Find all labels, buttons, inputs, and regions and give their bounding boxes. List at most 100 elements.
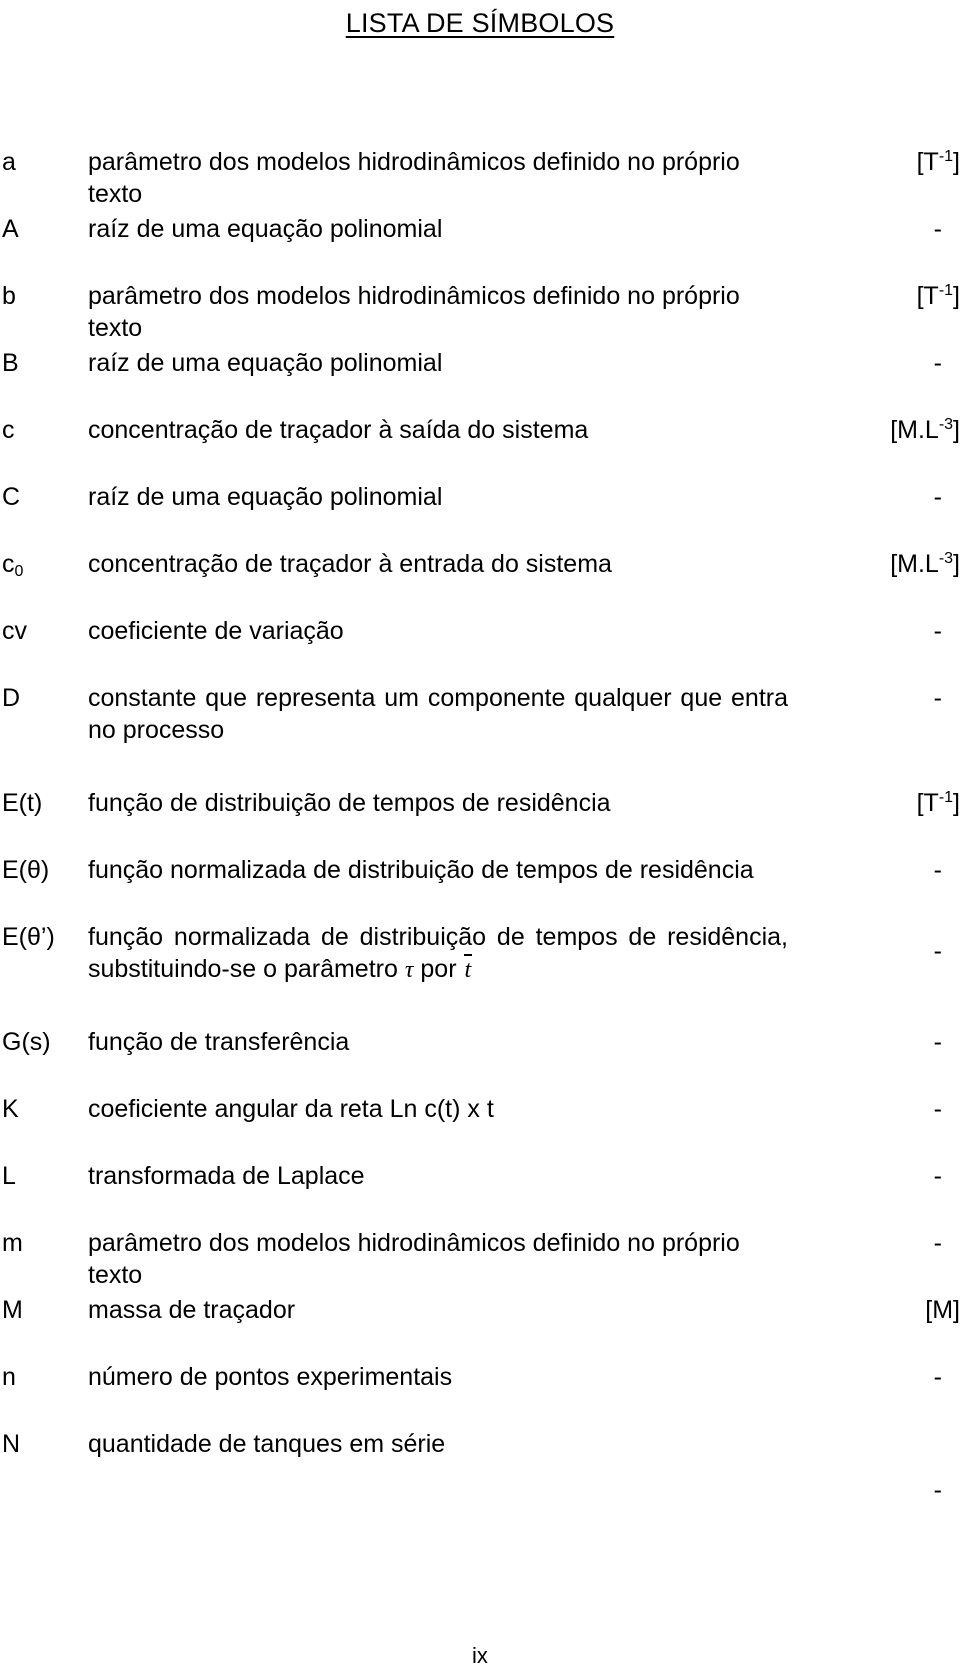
- t-bar-symbol: t: [464, 957, 472, 983]
- symbol-key: K: [2, 1095, 19, 1123]
- symbol-unit: -: [933, 937, 942, 965]
- unit-suffix: ]: [953, 550, 960, 578]
- symbol-unit: -: [933, 215, 942, 243]
- symbol-key: c0: [2, 548, 88, 584]
- symbol-description: função de transferência: [88, 1028, 350, 1056]
- symbol-description: parâmetro dos modelos hidrodinâmicos def…: [88, 282, 740, 342]
- symbol-row: E(t) função de distribuição de tempos de…: [0, 787, 960, 817]
- symbol-row: E(θ) função normalizada de distribuição …: [0, 854, 960, 884]
- unit-prefix: [M.L: [890, 416, 939, 444]
- symbol-row: m parâmetro dos modelos hidrodinâmicos d…: [0, 1227, 960, 1289]
- symbol-unit: [T-1]: [840, 787, 960, 823]
- symbol-description: coeficiente de variação: [88, 617, 344, 645]
- symbol-key: c: [2, 416, 15, 444]
- symbol-row: L transformada de Laplace -: [0, 1160, 960, 1190]
- symbol-key: M: [2, 1296, 23, 1324]
- symbol-description: número de pontos experimentais: [88, 1363, 453, 1391]
- unit-exponent: -1: [938, 148, 954, 165]
- symbol-unit: [M.L-3]: [840, 548, 960, 584]
- unit-suffix: ]: [953, 789, 960, 817]
- symbol-unit: -: [933, 1095, 942, 1123]
- unit-prefix: [T: [916, 148, 939, 176]
- symbol-key: n: [2, 1363, 16, 1391]
- unit-suffix: ]: [953, 148, 960, 176]
- symbol-key: A: [2, 215, 19, 243]
- symbol-description: raíz de uma equação polinomial: [88, 483, 443, 511]
- symbol-key: D: [2, 684, 21, 712]
- description-text-part-2: por: [413, 955, 464, 983]
- symbol-unit: -: [933, 349, 942, 377]
- symbol-description: coeficiente angular da reta Ln c(t) x t: [88, 1095, 494, 1123]
- unit-prefix: [T: [916, 789, 939, 817]
- symbol-description: parâmetro dos modelos hidrodinâmicos def…: [88, 148, 740, 208]
- symbol-key: m: [2, 1229, 23, 1257]
- symbol-row: c concentração de traçador à saída do si…: [0, 414, 960, 444]
- symbol-row: a parâmetro dos modelos hidrodinâmicos d…: [0, 146, 960, 208]
- symbol-row: K coeficiente angular da reta Ln c(t) x …: [0, 1093, 960, 1123]
- symbol-unit: -: [933, 684, 942, 712]
- unit-prefix: [M.L: [890, 550, 939, 578]
- symbol-key-subscript: 0: [14, 563, 24, 580]
- symbol-description: concentração de traçador à entrada do si…: [88, 550, 612, 578]
- symbol-key: b: [2, 282, 16, 310]
- symbol-row: G(s) função de transferência -: [0, 1026, 960, 1056]
- unit-exponent: -3: [938, 416, 954, 433]
- symbol-description: quantidade de tanques em série: [88, 1430, 446, 1458]
- symbol-unit: -: [933, 1028, 942, 1056]
- symbol-unit: -: [933, 483, 942, 511]
- symbol-key-base: c: [2, 550, 15, 578]
- symbol-row: c0 concentração de traçador à entrada do…: [0, 548, 960, 580]
- symbol-row: A raíz de uma equação polinomial -: [0, 213, 960, 243]
- symbol-key: B: [2, 349, 19, 377]
- symbol-unit: [T-1]: [840, 146, 960, 182]
- symbol-row: N quantidade de tanques em série -: [0, 1428, 960, 1504]
- unit-suffix: ]: [953, 416, 960, 444]
- symbol-key: E(θ): [2, 856, 50, 884]
- symbol-row: B raíz de uma equação polinomial -: [0, 347, 960, 377]
- symbol-key: cv: [2, 617, 27, 645]
- unit-suffix: ]: [953, 282, 960, 310]
- symbol-row: E(θ’) função normalizada de distribuição…: [0, 921, 960, 985]
- symbol-row: n número de pontos experimentais -: [0, 1361, 960, 1391]
- symbol-unit: -: [933, 1363, 942, 1391]
- symbol-unit: -: [933, 1229, 942, 1257]
- symbol-key: N: [2, 1430, 21, 1458]
- page-title: LISTA DE SÍMBOLOS: [0, 8, 960, 39]
- unit-prefix: [T: [916, 282, 939, 310]
- document-page: LISTA DE SÍMBOLOS a parâmetro dos modelo…: [0, 0, 960, 1679]
- symbol-key: L: [2, 1162, 16, 1190]
- symbol-list: a parâmetro dos modelos hidrodinâmicos d…: [0, 146, 960, 1535]
- page-number: ix: [472, 1643, 488, 1668]
- unit-exponent: -1: [938, 282, 954, 299]
- page-title-text: LISTA DE SÍMBOLOS: [345, 8, 615, 38]
- symbol-description: parâmetro dos modelos hidrodinâmicos def…: [88, 1229, 740, 1289]
- symbol-unit: [T-1]: [840, 280, 960, 316]
- symbol-description: constante que representa um componente q…: [88, 684, 788, 744]
- symbol-description: raíz de uma equação polinomial: [88, 349, 443, 377]
- symbol-unit: [M]: [925, 1296, 960, 1324]
- symbol-unit: -: [933, 1162, 942, 1190]
- symbol-description: transformada de Laplace: [88, 1162, 365, 1190]
- symbol-key: a: [2, 148, 16, 176]
- unit-exponent: -3: [938, 550, 954, 567]
- symbol-row: b parâmetro dos modelos hidrodinâmicos d…: [0, 280, 960, 342]
- symbol-description: função normalizada de distribuição de te…: [88, 921, 788, 986]
- symbol-key: E(t): [2, 789, 43, 817]
- symbol-unit: -: [933, 856, 942, 884]
- symbol-description: concentração de traçador à saída do sist…: [88, 416, 589, 444]
- symbol-row: M massa de traçador [M]: [0, 1294, 960, 1324]
- symbol-key: C: [2, 483, 21, 511]
- symbol-row: D constante que representa um componente…: [0, 682, 960, 746]
- symbol-key: G(s): [2, 1028, 51, 1056]
- symbol-row: cv coeficiente de variação -: [0, 615, 960, 645]
- symbol-description: raíz de uma equação polinomial: [88, 215, 443, 243]
- symbol-unit: -: [933, 1476, 942, 1504]
- symbol-row: C raíz de uma equação polinomial -: [0, 481, 960, 511]
- symbol-unit: -: [933, 617, 942, 645]
- symbol-unit: [M.L-3]: [840, 414, 960, 450]
- symbol-description: função de distribuição de tempos de resi…: [88, 789, 611, 817]
- symbol-description: massa de traçador: [88, 1296, 296, 1324]
- symbol-description: função normalizada de distribuição de te…: [88, 856, 754, 884]
- unit-exponent: -1: [938, 789, 954, 806]
- symbol-key: E(θ’): [2, 923, 55, 951]
